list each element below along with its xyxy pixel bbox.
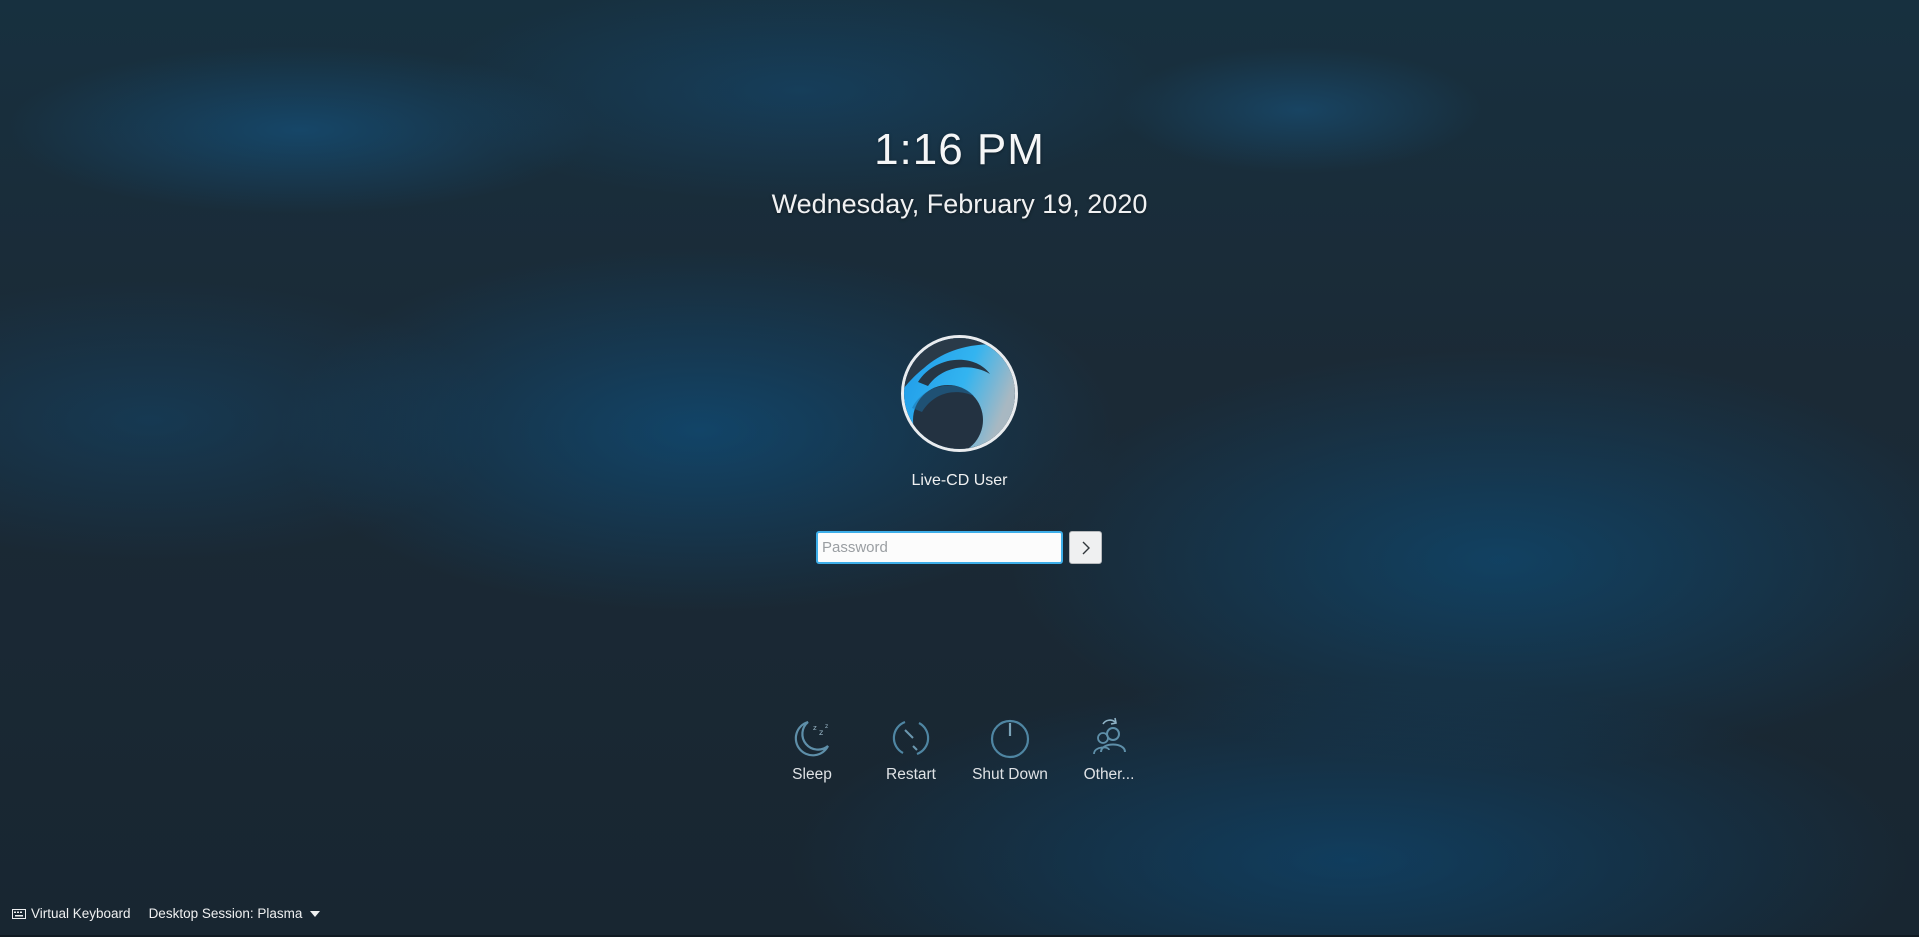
power-icon — [990, 719, 1030, 759]
clock-time: 1:16 PM — [874, 125, 1045, 174]
virtual-keyboard-label: Virtual Keyboard — [31, 906, 131, 921]
restart-icon — [892, 720, 930, 756]
svg-text:z: z — [825, 723, 828, 730]
user-avatar[interactable] — [901, 335, 1018, 452]
sleep-icon: z z z — [794, 720, 829, 757]
restart-label: Restart — [886, 766, 936, 783]
sleep-button[interactable]: z z z Sleep — [757, 716, 867, 784]
password-input[interactable] — [816, 531, 1063, 564]
svg-text:z: z — [819, 728, 823, 737]
chevron-down-icon — [310, 910, 321, 917]
clock-date: Wednesday, February 19, 2020 — [771, 189, 1148, 219]
virtual-keyboard-button[interactable]: Virtual Keyboard — [12, 906, 131, 921]
sleep-label: Sleep — [792, 766, 832, 783]
svg-text:z: z — [813, 724, 817, 732]
shutdown-button[interactable]: Shut Down — [955, 716, 1065, 784]
desktop-session-dropdown[interactable]: Desktop Session: Plasma — [149, 906, 321, 921]
other-button[interactable]: Other... — [1054, 716, 1164, 784]
restart-button[interactable]: Restart — [856, 716, 966, 784]
bottom-bar: Virtual Keyboard Desktop Session: Plasma — [12, 906, 321, 921]
desktop-session-label: Desktop Session: Plasma — [148, 906, 303, 921]
shutdown-label: Shut Down — [972, 766, 1048, 783]
avatar-logo-icon — [904, 338, 1015, 449]
keyboard-icon — [12, 908, 26, 919]
user-name: Live-CD User — [911, 472, 1008, 489]
login-button[interactable] — [1069, 531, 1102, 564]
switch-user-icon — [1093, 717, 1126, 755]
chevron-right-icon — [1082, 541, 1090, 554]
other-label: Other... — [1083, 766, 1135, 783]
